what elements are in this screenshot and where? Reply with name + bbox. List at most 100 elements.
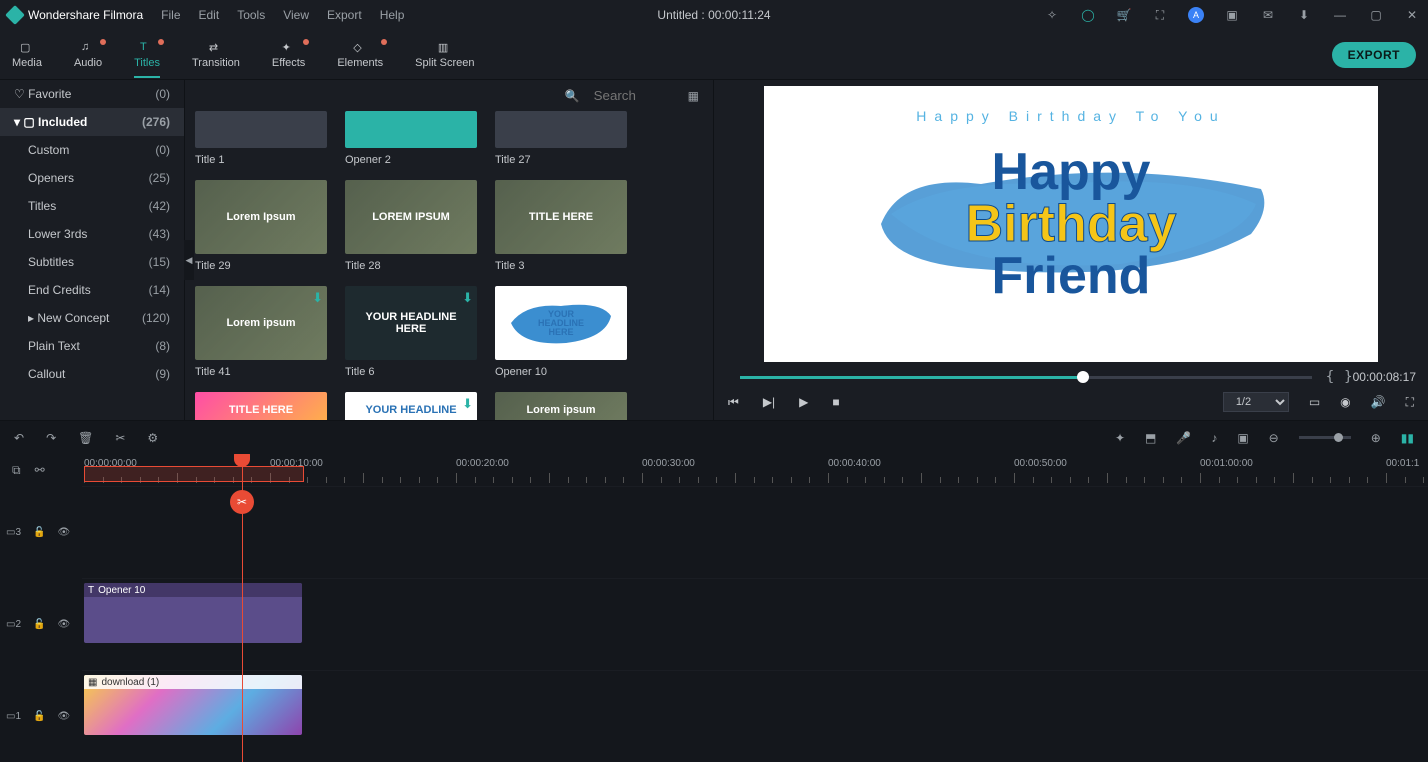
search-icon[interactable]: 🔍	[565, 89, 580, 103]
sidebar-included[interactable]: ▾ ▢ Included(276)	[0, 108, 184, 136]
export-button[interactable]: EXPORT	[1332, 42, 1416, 68]
fit-timeline-icon[interactable]: ▮▮	[1401, 431, 1414, 445]
mark-in-icon[interactable]: {	[1326, 369, 1334, 385]
headphones-icon[interactable]: ◯	[1080, 8, 1096, 22]
menu-tools[interactable]: Tools	[237, 8, 265, 22]
mail-icon[interactable]: ✉	[1260, 8, 1276, 22]
gift-icon[interactable]: ⛶	[1152, 8, 1168, 23]
thumb-title-1[interactable]: Title 1	[195, 111, 327, 166]
play-icon[interactable]: ▶	[799, 395, 808, 409]
lock-icon[interactable]: 🔓	[33, 619, 45, 630]
sidebar-custom[interactable]: Custom(0)	[0, 136, 184, 164]
visibility-icon[interactable]: 👁	[57, 711, 70, 722]
sidebar-end-credits[interactable]: End Credits(14)	[0, 276, 184, 304]
sidebar-openers[interactable]: Openers(25)	[0, 164, 184, 192]
visibility-icon[interactable]: 👁	[57, 619, 70, 630]
step-back-icon[interactable]: ▶|	[763, 395, 775, 409]
link-icon[interactable]: ⚯	[35, 463, 45, 477]
thumb-title-6[interactable]: YOUR HEADLINE HERE⬇Title 6	[345, 286, 477, 378]
scrub-track[interactable]	[740, 376, 1312, 379]
track-area[interactable]: 00:00:00:0000:00:10:0000:00:20:0000:00:3…	[82, 454, 1428, 762]
delete-icon[interactable]: 🗑	[78, 431, 93, 445]
sidebar-subtitles[interactable]: Subtitles(15)	[0, 248, 184, 276]
visibility-icon[interactable]: 👁	[57, 527, 70, 538]
render-icon[interactable]: ✦	[1115, 431, 1125, 445]
tab-media[interactable]: ▢Media	[12, 41, 42, 69]
user-avatar[interactable]: A	[1188, 7, 1204, 23]
stop-icon[interactable]: ■	[832, 395, 839, 409]
playhead[interactable]: ✂	[242, 454, 243, 762]
zoom-out-icon[interactable]: ⊖	[1269, 431, 1279, 445]
sidebar-titles[interactable]: Titles(42)	[0, 192, 184, 220]
scrub-handle[interactable]	[1077, 371, 1089, 383]
thumb-title-27[interactable]: Title 27	[495, 111, 627, 166]
download-icon[interactable]: ⬇	[312, 290, 323, 306]
clip-download--1-[interactable]: ▦download (1)	[84, 675, 302, 735]
thumb-title-41[interactable]: Lorem ipsum⬇Title 41	[195, 286, 327, 378]
thumb-title-3[interactable]: TITLE HERETitle 3	[495, 180, 627, 272]
track-2[interactable]: TOpener 10	[82, 578, 1428, 670]
cart-icon[interactable]: 🛒	[1116, 8, 1132, 22]
manage-tracks-icon[interactable]: ⧉	[12, 463, 21, 478]
display-icon[interactable]: ▭	[1309, 395, 1320, 409]
save-icon[interactable]: ▣	[1224, 8, 1240, 22]
collapse-sidebar-handle[interactable]: ◀	[184, 240, 194, 280]
download-icon[interactable]: ⬇	[462, 396, 473, 412]
fullscreen-icon[interactable]: ⛶	[1406, 395, 1414, 410]
cut-icon[interactable]: ✂	[115, 431, 125, 445]
tab-split-screen[interactable]: ▥Split Screen	[415, 41, 474, 69]
thumb-unnamed[interactable]: Lorem ipsum	[495, 392, 627, 420]
sidebar-favorite[interactable]: ♡ Favorite(0)	[0, 80, 184, 108]
selection-range[interactable]	[84, 466, 304, 482]
menu-view[interactable]: View	[283, 8, 309, 22]
thumb-unnamed[interactable]: TITLE HERE	[195, 392, 327, 420]
marker-icon[interactable]: ⬒	[1145, 431, 1156, 445]
menu-help[interactable]: Help	[380, 8, 405, 22]
sidebar-new-concept[interactable]: ▸ New Concept(120)	[0, 304, 184, 332]
track-1[interactable]: ▦download (1)	[82, 670, 1428, 762]
minimize-icon[interactable]: —	[1332, 8, 1348, 22]
menu-export[interactable]: Export	[327, 8, 362, 22]
tab-transition[interactable]: ⇄Transition	[192, 41, 240, 69]
audio-mixer-icon[interactable]: ♪	[1211, 431, 1217, 445]
track-3[interactable]	[82, 486, 1428, 578]
lock-icon[interactable]: 🔓	[33, 711, 45, 722]
close-icon[interactable]: ✕	[1404, 8, 1420, 22]
scrub-bar[interactable]: { } 00:00:08:17	[726, 370, 1416, 384]
track-head-1[interactable]: ▭1🔓👁	[0, 670, 82, 762]
lock-icon[interactable]: 🔓	[33, 527, 45, 538]
menu-edit[interactable]: Edit	[199, 8, 220, 22]
track-head-3[interactable]: ▭3🔓👁	[0, 486, 82, 578]
thumb-title-29[interactable]: Lorem IpsumTitle 29	[195, 180, 327, 272]
tab-elements[interactable]: ◇Elements	[337, 41, 383, 69]
clip-opener-10[interactable]: TOpener 10	[84, 583, 302, 643]
zoom-select[interactable]: 1/2	[1223, 392, 1289, 412]
tab-audio[interactable]: ♫Audio	[74, 41, 102, 69]
tab-effects[interactable]: ✦Effects	[272, 41, 305, 69]
mic-icon[interactable]: ⬇	[1296, 8, 1312, 22]
playhead-cut-icon[interactable]: ✂	[230, 490, 254, 514]
track-head-2[interactable]: ▭2🔓👁	[0, 578, 82, 670]
tab-titles[interactable]: TTitles	[134, 41, 160, 69]
voiceover-icon[interactable]: 🎤	[1176, 431, 1191, 445]
search-input[interactable]	[594, 88, 674, 103]
tips-icon[interactable]: ✧	[1044, 8, 1060, 22]
undo-icon[interactable]: ↶	[14, 431, 24, 445]
maximize-icon[interactable]: ▢	[1368, 8, 1384, 22]
crop-icon[interactable]: ▣	[1237, 431, 1248, 445]
snapshot-icon[interactable]: ◉	[1340, 395, 1350, 409]
mark-out-icon[interactable]: }	[1344, 369, 1352, 385]
thumb-opener-2[interactable]: Opener 2	[345, 111, 477, 166]
time-ruler[interactable]: 00:00:00:0000:00:10:0000:00:20:0000:00:3…	[82, 454, 1428, 486]
thumb-opener-10[interactable]: YOURHEADLINEHEREOpener 10	[495, 286, 627, 378]
sidebar-callout[interactable]: Callout(9)	[0, 360, 184, 388]
sidebar-plain-text[interactable]: Plain Text(8)	[0, 332, 184, 360]
menu-file[interactable]: File	[161, 8, 180, 22]
volume-icon[interactable]: 🔊	[1371, 395, 1386, 409]
prev-frame-icon[interactable]: ⏮	[728, 395, 739, 410]
grid-view-icon[interactable]: ▦	[688, 89, 699, 103]
adjust-icon[interactable]: ⚙	[147, 431, 158, 445]
sidebar-lower-3rds[interactable]: Lower 3rds(43)	[0, 220, 184, 248]
redo-icon[interactable]: ↷	[46, 431, 56, 445]
zoom-slider[interactable]	[1299, 436, 1351, 439]
